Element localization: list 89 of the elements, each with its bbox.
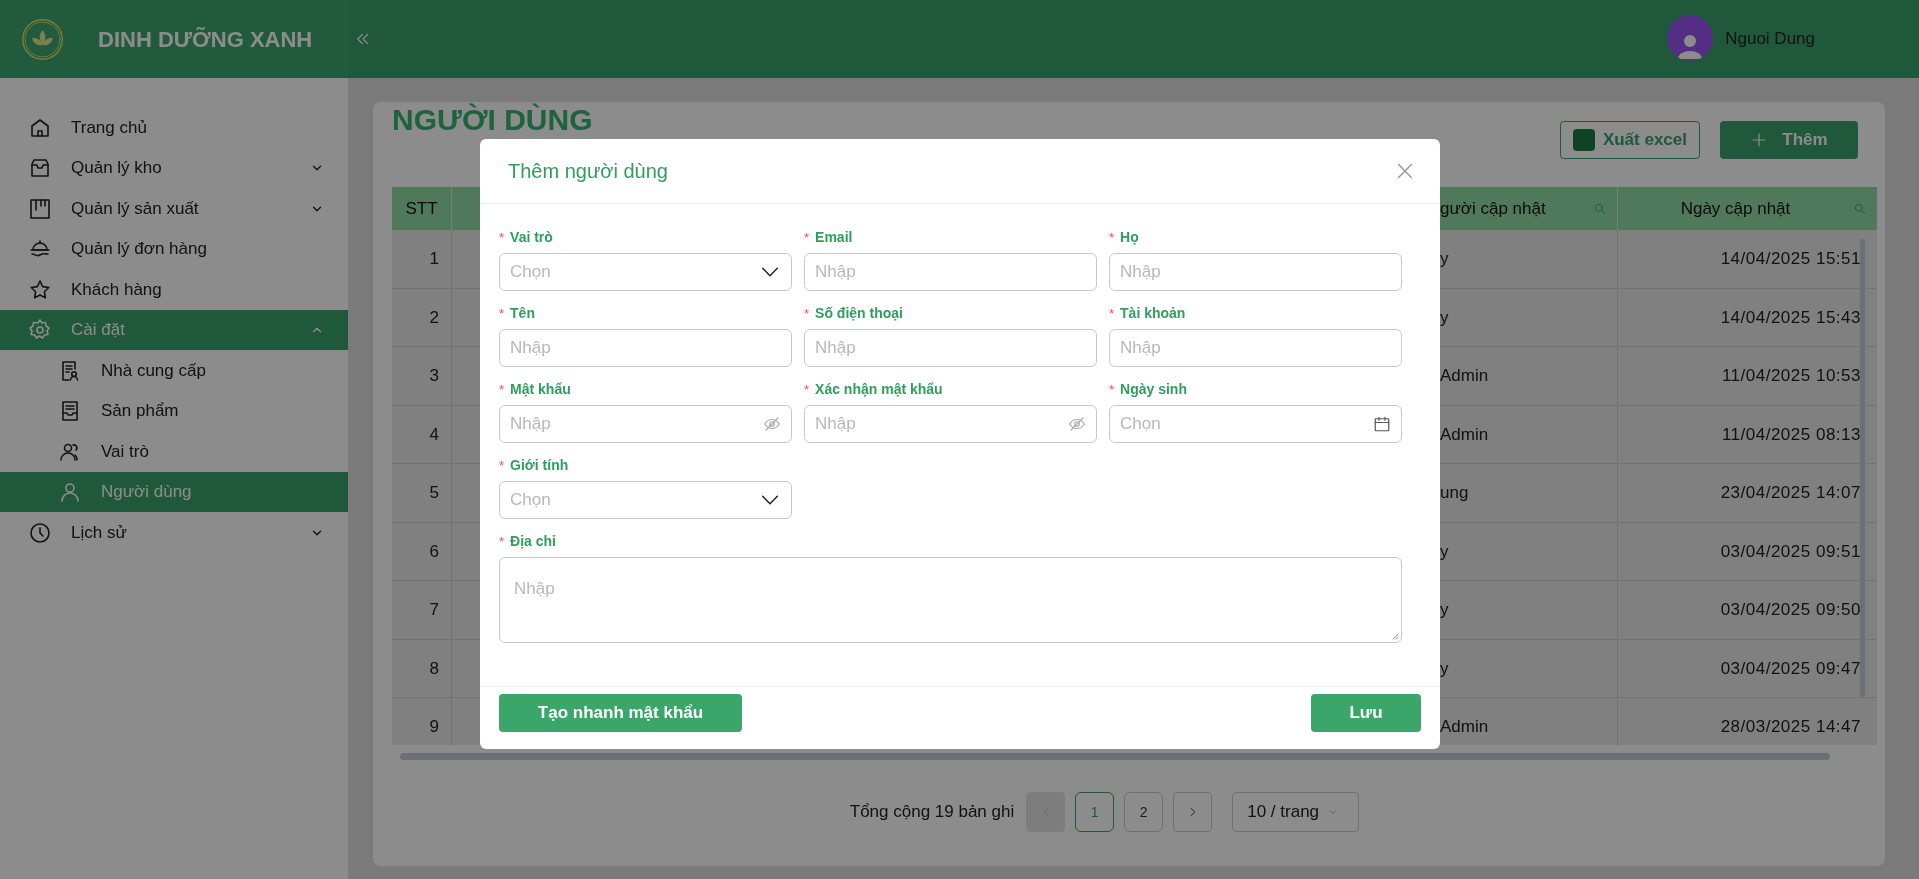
save-button[interactable]: Lưu xyxy=(1311,694,1421,732)
table-cell: 6 xyxy=(392,522,452,580)
field-label: Ngày sinh xyxy=(1120,380,1187,399)
table-cell: 1 xyxy=(392,230,452,288)
horizontal-scrollbar[interactable] xyxy=(400,753,1830,760)
required-mark: * xyxy=(499,304,505,323)
select-field[interactable]: Chọn xyxy=(499,481,792,519)
date-field[interactable]: Chọn xyxy=(1109,405,1402,443)
eye-slash-icon xyxy=(1068,415,1086,433)
required-mark: * xyxy=(499,532,505,551)
input-field[interactable]: Nhập xyxy=(1109,253,1402,291)
table-cell-text: 11/04/2025 10:53 xyxy=(1720,365,1861,387)
required-mark: * xyxy=(1109,228,1115,247)
export-excel-button[interactable]: Xuất excel xyxy=(1559,121,1700,159)
search-icon xyxy=(1853,201,1867,216)
field-label: Tài khoản xyxy=(1120,304,1186,323)
required-mark: * xyxy=(499,456,505,475)
input-field[interactable]: Nhập xyxy=(804,329,1097,367)
input-field[interactable]: Nhập xyxy=(804,253,1097,291)
table-cell: 2 xyxy=(392,288,452,346)
calendar-icon xyxy=(1373,415,1391,433)
field-label: Địa chỉ xyxy=(510,532,556,551)
page-button[interactable]: 1 xyxy=(1075,792,1115,832)
password-field[interactable]: Nhập xyxy=(804,405,1097,443)
sidebar-item[interactable]: Quản lý đơn hàng xyxy=(0,229,348,269)
sidebar-item[interactable]: Vai trò xyxy=(0,431,348,472)
input-field[interactable]: Nhập xyxy=(1109,329,1402,367)
generate-password-button[interactable]: Tạo nhanh mật khẩu xyxy=(499,694,742,732)
sidebar-item[interactable]: Quản lý sản xuất xyxy=(0,188,348,229)
board-icon xyxy=(28,196,52,221)
sidebar-item[interactable]: Sản phẩm xyxy=(0,391,348,431)
table-cell: 3 xyxy=(392,347,452,405)
column-header[interactable]: Ngày cập nhật xyxy=(1618,187,1877,230)
dialog-title: Thêm người dùng xyxy=(508,159,669,184)
user-avatar[interactable] xyxy=(1667,15,1714,61)
page-size-select[interactable]: 10 / trang xyxy=(1232,792,1360,832)
password-field[interactable]: Nhập xyxy=(499,405,792,443)
field-label: Giới tính xyxy=(510,456,569,475)
table-cell-text: 23/04/2025 14:07 xyxy=(1719,482,1861,504)
leaf-logo-icon xyxy=(20,16,65,62)
required-mark: * xyxy=(1109,304,1115,323)
add-button[interactable]: Thêm xyxy=(1720,121,1858,159)
field-label: Vai trò xyxy=(510,228,553,247)
table-cell-text: 14/04/2025 15:43 xyxy=(1719,306,1861,329)
field-label: Tên xyxy=(510,304,535,323)
table-cell-text: 28/03/2025 14:47 xyxy=(1719,716,1861,738)
required-mark: * xyxy=(499,228,505,247)
page-title: NGƯỜI DÙNG xyxy=(392,104,593,136)
sidebar-item[interactable]: Cài đặt xyxy=(0,310,348,350)
required-mark: * xyxy=(804,228,810,247)
page-button[interactable]: 2 xyxy=(1124,792,1164,832)
clock-icon xyxy=(28,520,52,545)
table-cell-text: 03/04/2025 09:50 xyxy=(1719,599,1861,621)
sidebar-item[interactable]: Trang chủ xyxy=(0,107,348,148)
user-icon xyxy=(58,480,82,504)
sidebar-item[interactable]: Lịch sử xyxy=(0,512,348,553)
table-cell-text: 03/04/2025 09:47 xyxy=(1719,657,1861,680)
table-cell: 8 xyxy=(392,639,452,697)
sidebar-item[interactable]: Nhà cung cấp xyxy=(0,350,348,391)
field-label: Email xyxy=(815,228,853,247)
required-mark: * xyxy=(1109,380,1115,399)
brand-name: DINH DƯỠNG XANH xyxy=(98,25,313,54)
table-cell-text: 14/04/2025 15:51 xyxy=(1719,248,1861,270)
field-label: Số điện thoại xyxy=(815,304,903,323)
sidebar-item[interactable]: Khách hàng xyxy=(0,269,348,310)
table-cell: 7 xyxy=(392,581,452,639)
table-cell-text: 03/04/2025 09:51 xyxy=(1719,540,1861,563)
search-icon xyxy=(1593,201,1607,216)
user-name: Nguoi Dung xyxy=(1725,28,1815,51)
field-label: Mật khẩu xyxy=(510,380,571,399)
eye-slash-icon xyxy=(763,415,781,433)
required-mark: * xyxy=(499,380,505,399)
address-textarea[interactable]: Nhập xyxy=(499,557,1402,643)
star-icon xyxy=(28,277,52,302)
field-label: Họ xyxy=(1120,228,1139,247)
required-mark: * xyxy=(804,304,810,323)
gear-icon xyxy=(28,318,52,342)
required-mark: * xyxy=(804,380,810,399)
total-records: Tổng cộng 19 bản ghi xyxy=(849,801,1015,824)
inbox-icon xyxy=(28,156,52,180)
table-cell: 4 xyxy=(392,405,452,463)
sidebar-item[interactable]: Người dùng xyxy=(0,472,348,512)
select-field[interactable]: Chọn xyxy=(499,253,792,291)
sidebar-item[interactable]: Quản lý kho xyxy=(0,148,348,188)
next-page-button[interactable] xyxy=(1173,792,1213,832)
input-field[interactable]: Nhập xyxy=(499,329,792,367)
table-cell: 5 xyxy=(392,464,452,522)
field-label: Xác nhận mật khẩu xyxy=(815,380,943,399)
table-cell-text: 11/04/2025 08:13 xyxy=(1720,423,1861,446)
